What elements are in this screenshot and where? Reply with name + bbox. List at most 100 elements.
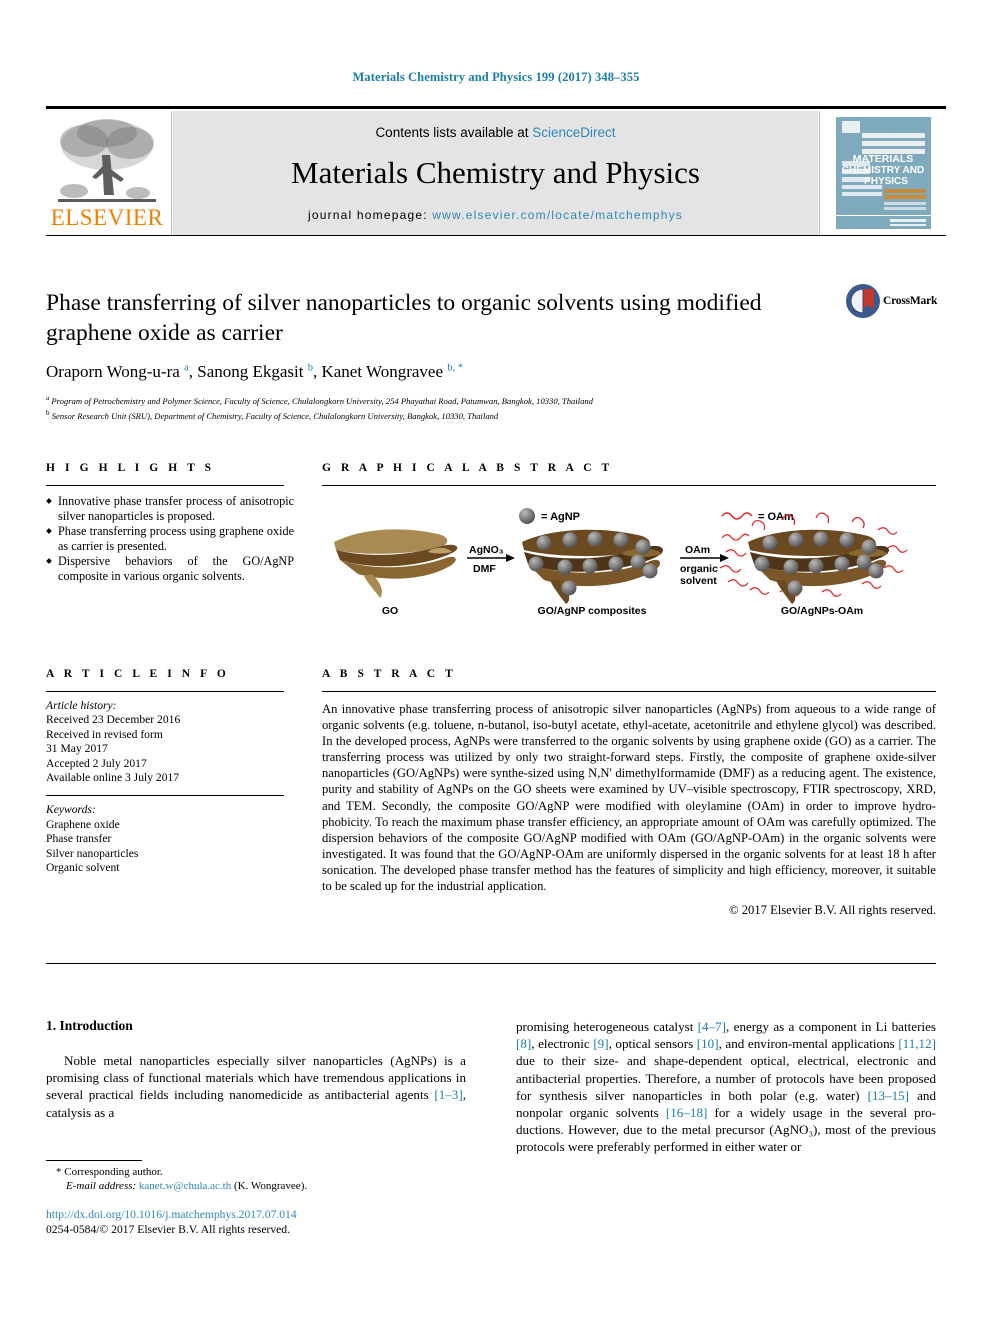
stage2-label: GO/AgNP composites — [538, 605, 647, 617]
introduction-heading: 1. Introduction — [46, 1018, 133, 1033]
go-agnp-composite-group — [522, 529, 663, 604]
abstract-text: An innovative phase transferring process… — [322, 702, 936, 894]
contents-available-line: Contents lists available at ScienceDirec… — [173, 125, 818, 140]
contents-prefix: Contents lists available at — [375, 125, 533, 140]
graphical-abstract-figure: GO AgNO₃ DMF = AgNP GO/AgNP composites O… — [322, 496, 936, 621]
arrow2-top-label: OAm — [685, 544, 710, 556]
masthead-center: Contents lists available at ScienceDirec… — [173, 111, 818, 235]
history-line: Available online 3 July 2017 — [46, 771, 180, 785]
list-item: Phase transferring process using graphen… — [46, 524, 294, 553]
elsevier-tree-icon — [58, 119, 156, 202]
article-history-label: Article history: — [46, 699, 117, 712]
keywords-label: Keywords: — [46, 803, 96, 817]
svg-text:PHYSICS: PHYSICS — [864, 176, 908, 187]
masthead-top-rule — [46, 106, 946, 109]
highlights-list: Innovative phase transfer process of ani… — [46, 494, 294, 584]
elsevier-logo: ELSEVIER — [46, 111, 172, 235]
journal-homepage-link[interactable]: www.elsevier.com/locate/matchemphys — [432, 208, 683, 222]
corresponding-author-line: * Corresponding author. — [46, 1165, 466, 1179]
intro-r-5: , and environ-mental applications — [718, 1036, 899, 1052]
article-info-section: A R T I C L E I N F O Article history: R… — [46, 668, 294, 875]
introduction-paragraph-right: promising heterogeneous catalyst [4–7], … — [516, 1018, 936, 1156]
section-divider-rule — [46, 963, 936, 964]
doi-link[interactable]: http://dx.doi.org/10.1016/j.matchemphys.… — [46, 1208, 297, 1221]
citation-ref[interactable]: [10] — [697, 1036, 719, 1051]
page-footer: * Corresponding author. E-mail address: … — [46, 1160, 466, 1237]
journal-masthead: ELSEVIER Contents lists available at Sci… — [46, 106, 946, 236]
affil-marker-b: b — [307, 362, 313, 374]
legend-oam-label: = OAm — [758, 511, 794, 523]
email-link[interactable]: kanet.w@chula.ac.th — [139, 1180, 231, 1192]
keywords-block: Keywords: Graphene oxide Phase transfer … — [46, 803, 294, 875]
affiliation-b-text: Sensor Research Unit (SRU), Department o… — [51, 411, 499, 422]
citation-ref[interactable]: [13–15] — [868, 1088, 909, 1103]
graphical-abstract-section: G R A P H I C A L A B S T R A C T GO AgN… — [322, 462, 936, 621]
homepage-prefix: journal homepage: — [307, 208, 433, 222]
cover-artwork-icon: MATERIALS CHEMISTRY AND PHYSICS — [820, 111, 946, 235]
email-label: E-mail address: — [66, 1180, 137, 1192]
citation-ref[interactable]: [16–18] — [666, 1105, 707, 1120]
article-page: Materials Chemistry and Physics 199 (201… — [0, 0, 992, 1323]
citation-ref[interactable]: [1–3] — [434, 1087, 462, 1102]
masthead-bottom-rule — [46, 235, 946, 236]
citation-ref[interactable]: [4–7] — [698, 1019, 726, 1034]
intro-r-1: promising heterogeneous catalyst — [516, 1019, 698, 1034]
affil-marker-a: a — [184, 362, 189, 374]
graphical-abstract-rule — [322, 485, 936, 486]
corresponding-marker: * — [56, 1166, 62, 1178]
intro-r-4: , optical sensors — [608, 1036, 697, 1052]
arrow-agno3-dmf: AgNO₃ DMF — [467, 544, 515, 575]
highlights-rule — [46, 485, 284, 486]
page-title: Phase transferring of silver nanoparticl… — [46, 290, 762, 346]
history-line: 31 May 2017 — [46, 742, 108, 756]
author-list: Oraporn Wong-u-ra a, Sanong Ekgasit b, K… — [46, 362, 463, 381]
intro-text-1: Noble metal nanoparticles especially sil… — [46, 1053, 466, 1103]
citation-ref[interactable]: [11,12] — [898, 1036, 936, 1051]
go-sheet-group — [334, 529, 458, 598]
arrow2-bottom-label-1: organic — [680, 563, 718, 575]
history-line: Received in revised form — [46, 727, 163, 741]
citation-ref[interactable]: [9] — [593, 1036, 608, 1051]
journal-cover-thumbnail: MATERIALS CHEMISTRY AND PHYSICS — [819, 111, 946, 235]
history-line: Received 23 December 2016 — [46, 713, 181, 727]
elsevier-wordmark: ELSEVIER — [50, 205, 164, 230]
keyword-item: Organic solvent — [46, 861, 120, 875]
keyword-item: Graphene oxide — [46, 817, 120, 831]
affiliation-a-text: Program of Petrochemistry and Polymer Sc… — [51, 395, 593, 406]
corresponding-label: Corresponding author. — [64, 1166, 163, 1178]
go-agnp-oam-group — [719, 512, 908, 604]
arrow-oam-organic-solvent: OAm organic solvent — [680, 544, 729, 587]
sciencedirect-link[interactable]: ScienceDirect — [532, 125, 615, 140]
title-block: Phase transferring of silver nanoparticl… — [46, 288, 836, 423]
arrow2-bottom-label-2: solvent — [680, 575, 717, 587]
journal-homepage-line: journal homepage: www.elsevier.com/locat… — [173, 208, 818, 222]
arrow1-top-label: AgNO₃ — [469, 544, 504, 556]
citation-ref[interactable]: [8] — [516, 1036, 531, 1051]
affiliations: a Program of Petrochemistry and Polymer … — [46, 392, 836, 423]
article-history-block: Article history: Received 23 December 20… — [46, 699, 294, 785]
body-column-left: 1. Introduction Noble metal nanoparticle… — [46, 1018, 466, 1121]
crossmark-badge[interactable]: CrossMark — [845, 283, 945, 327]
arrow1-bottom-label: DMF — [473, 563, 496, 575]
abstract-heading: A B S T R A C T — [322, 668, 457, 680]
list-item: Dispersive behaviors of the GO/AgNP comp… — [46, 554, 294, 583]
stage3-label: GO/AgNPs-OAm — [781, 605, 863, 617]
email-line: E-mail address: kanet.w@chula.ac.th (K. … — [46, 1179, 466, 1193]
journal-title: Materials Chemistry and Physics — [291, 155, 700, 190]
footnote-rule — [46, 1160, 142, 1161]
crossmark-icon — [846, 284, 880, 318]
svg-text:MATERIALS: MATERIALS — [853, 153, 913, 165]
legend-agnp: = AgNP — [519, 508, 580, 524]
introduction-paragraph-left: Noble metal nanoparticles especially sil… — [46, 1052, 466, 1121]
affiliation-a: a Program of Petrochemistry and Polymer … — [46, 394, 593, 406]
abstract-rule — [322, 691, 936, 692]
doi-block: http://dx.doi.org/10.1016/j.matchemphys.… — [46, 1207, 466, 1237]
list-item: Innovative phase transfer process of ani… — [46, 494, 294, 523]
keyword-item: Phase transfer — [46, 832, 112, 846]
highlights-heading: H I G H L I G H T S — [46, 462, 215, 474]
crossmark-label: CrossMark — [883, 295, 938, 307]
keyword-item: Silver nanoparticles — [46, 846, 139, 860]
go-agnp-scheme-diagram: GO AgNO₃ DMF = AgNP GO/AgNP composites O… — [334, 508, 908, 617]
highlights-section: H I G H L I G H T S Innovative phase tra… — [46, 462, 294, 585]
article-info-rule — [46, 691, 284, 692]
